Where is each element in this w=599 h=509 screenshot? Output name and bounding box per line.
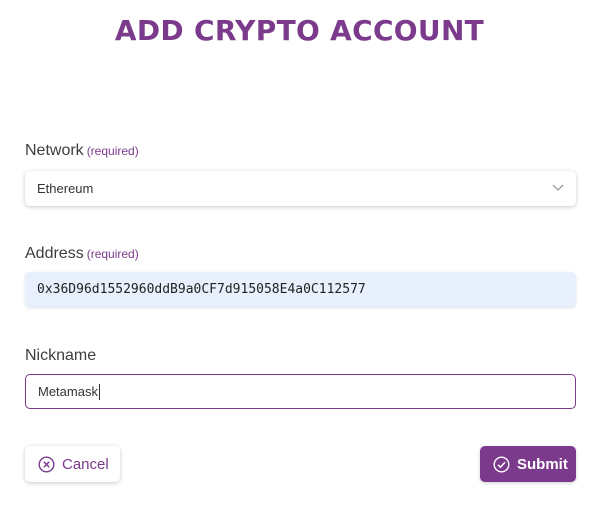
- network-label: Network (required): [25, 142, 139, 160]
- network-select[interactable]: Ethereum: [25, 171, 576, 206]
- network-required-note: (required): [86, 144, 139, 158]
- network-label-text: Network: [25, 142, 84, 159]
- text-caret: [98, 383, 100, 400]
- address-input-value: 0x36D96d1552960ddB9a0CF7d915058E4a0C1125…: [37, 282, 366, 297]
- address-label-text: Address: [25, 245, 84, 262]
- nickname-input-value: Metamask: [38, 384, 98, 399]
- submit-button-label: Submit: [517, 455, 568, 473]
- network-selected-value: Ethereum: [37, 181, 94, 196]
- cancel-button[interactable]: Cancel: [25, 446, 120, 482]
- address-label: Address (required): [25, 245, 139, 263]
- address-required-note: (required): [86, 247, 139, 261]
- address-input[interactable]: 0x36D96d1552960ddB9a0CF7d915058E4a0C1125…: [25, 272, 576, 307]
- nickname-label: Nickname: [25, 347, 97, 364]
- page-title: ADD CRYPTO ACCOUNT: [114, 14, 485, 47]
- cancel-circle-x-icon: [38, 455, 55, 473]
- chevron-down-icon: [551, 180, 565, 194]
- nickname-input[interactable]: Metamask: [25, 374, 576, 409]
- check-circle-icon: [493, 455, 510, 473]
- submit-button[interactable]: Submit: [480, 446, 576, 482]
- cancel-button-label: Cancel: [62, 455, 109, 473]
